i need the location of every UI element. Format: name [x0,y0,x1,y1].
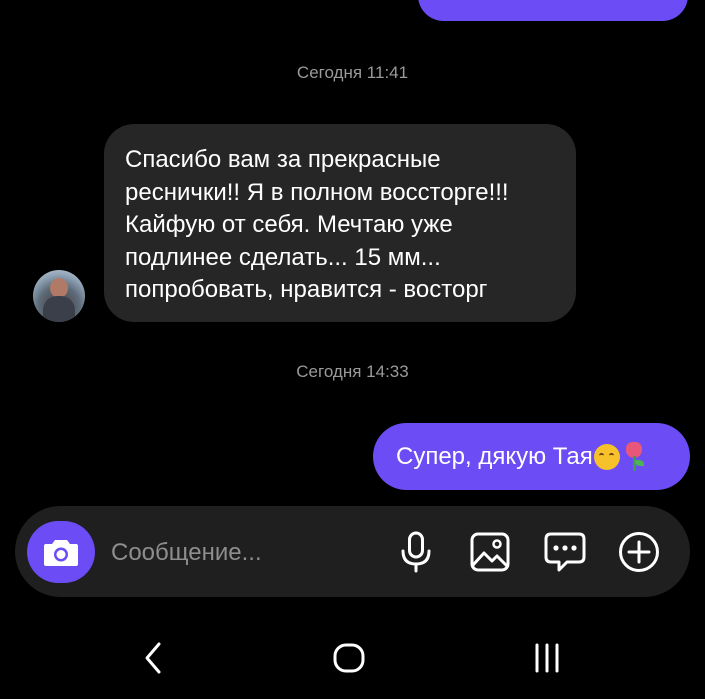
nav-home-button[interactable] [327,638,371,678]
timestamp-divider: Сегодня 14:33 [296,362,409,381]
recent-apps-icon [535,643,559,673]
timestamp-divider: Сегодня 11:41 [296,63,409,82]
tulip-leaf [634,459,644,466]
outgoing-message-text: Супер, дякую Тая [396,442,593,470]
microphone-icon [401,531,431,573]
nav-recent-apps-button[interactable] [525,638,569,678]
avatar-face [50,278,68,298]
sticker-icon [544,532,586,572]
chat-screen: Сегодня 11:41 Спасибо вам за прекрасные … [0,0,705,699]
microphone-button[interactable] [394,530,438,574]
outgoing-message-bubble[interactable]: Супер, дякую Тая [373,423,690,490]
camera-button[interactable] [27,521,95,583]
tulip-emoji-icon [622,441,646,472]
message-input[interactable] [111,536,381,570]
sender-avatar[interactable] [33,270,85,322]
avatar-body [43,296,75,322]
home-icon [333,643,365,673]
plus-icon [619,532,659,572]
attach-button[interactable] [617,530,661,574]
previous-outgoing-bubble[interactable] [418,0,688,21]
camera-icon [44,540,78,566]
nav-back-button[interactable] [131,638,175,678]
sticker-button[interactable] [543,530,587,574]
gallery-icon [470,532,510,572]
gallery-button[interactable] [468,530,512,574]
back-icon [145,642,161,674]
incoming-message-bubble[interactable]: Спасибо вам за прекрасные реснички!! Я в… [104,124,576,322]
smiling-face-emoji-icon [593,443,620,470]
